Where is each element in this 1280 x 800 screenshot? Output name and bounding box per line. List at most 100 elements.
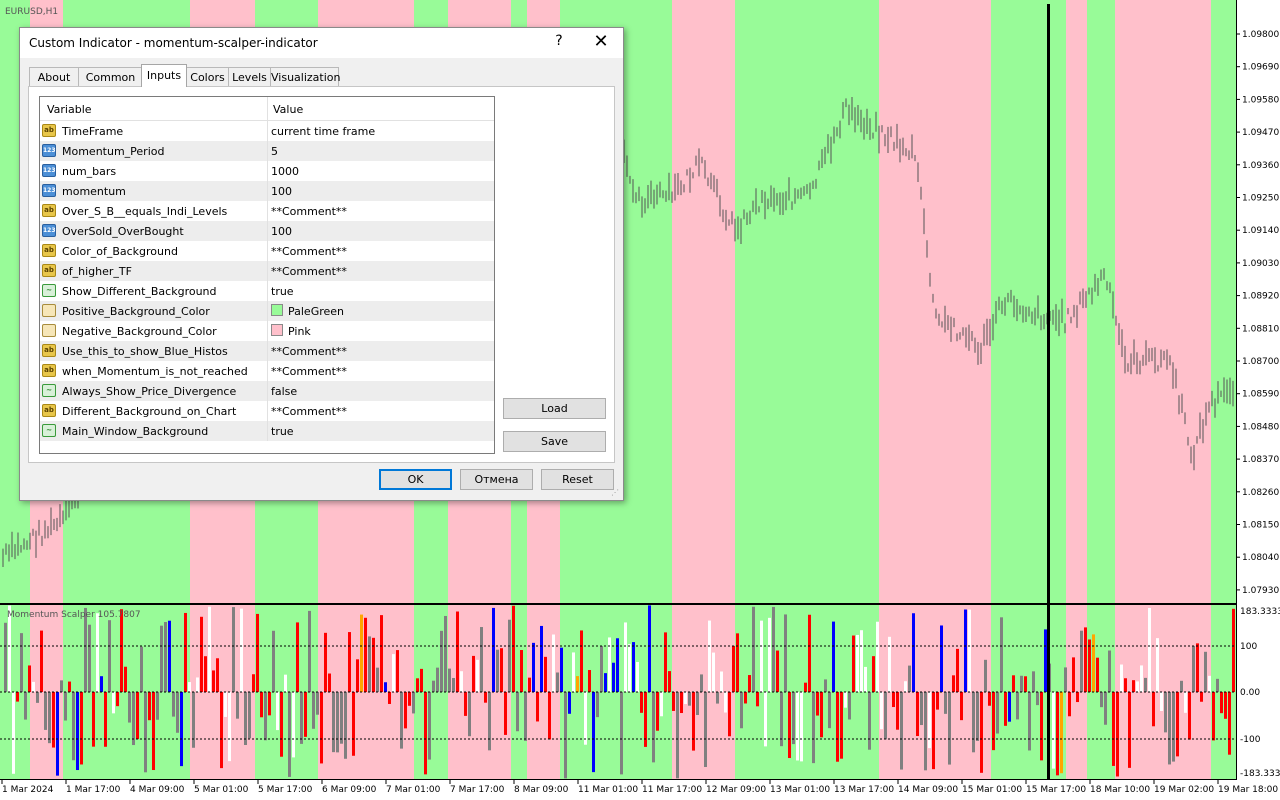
- param-value[interactable]: **Comment**: [271, 205, 347, 218]
- histogram-bar: [848, 692, 851, 720]
- param-row[interactable]: ab Use_this_to_show_Blue_Histos **Comment*…: [40, 341, 494, 361]
- color-swatch[interactable]: [271, 324, 283, 336]
- param-value[interactable]: 1000: [271, 165, 299, 178]
- param-value[interactable]: **Comment**: [271, 345, 347, 358]
- param-row[interactable]: Positive_Background_Color PaleGreen: [40, 301, 494, 321]
- column-value[interactable]: Value: [273, 103, 303, 116]
- param-name: OverSold_OverBought: [62, 225, 184, 238]
- param-value[interactable]: true: [271, 425, 294, 438]
- param-row[interactable]: 123 momentum 100: [40, 181, 494, 201]
- resize-grip-icon[interactable]: ⋰: [611, 488, 621, 498]
- tab-colors[interactable]: Colors: [186, 67, 229, 86]
- histogram-bar: [284, 674, 287, 692]
- column-variable[interactable]: Variable: [47, 103, 92, 116]
- param-value[interactable]: true: [271, 285, 294, 298]
- histogram-bar: [1028, 692, 1031, 751]
- param-name: of_higher_TF: [62, 265, 132, 278]
- string-type-icon: ab: [42, 204, 56, 217]
- param-row[interactable]: 123 num_bars 1000: [40, 161, 494, 181]
- param-row[interactable]: ab of_higher_TF **Comment**: [40, 261, 494, 281]
- histogram-bar: [768, 617, 771, 692]
- param-row[interactable]: ab when_Momentum_is_not_reached **Comment*…: [40, 361, 494, 381]
- close-icon[interactable]: ✕: [590, 31, 612, 52]
- histogram-bar: [140, 646, 143, 692]
- histogram-bar: [568, 692, 571, 714]
- histogram-bar: [352, 692, 355, 756]
- histogram-bar: [92, 692, 95, 747]
- histogram-bar: [940, 625, 943, 692]
- histogram-bar: [84, 607, 87, 692]
- histogram-bar: [208, 606, 211, 692]
- param-value[interactable]: current time frame: [271, 125, 375, 138]
- histogram-bar: [60, 680, 63, 692]
- histogram-bar: [756, 692, 759, 707]
- reset-button[interactable]: Reset: [541, 469, 614, 490]
- histogram-bar: [792, 692, 795, 745]
- param-row[interactable]: ab Different_Background_on_Chart **Comment…: [40, 401, 494, 421]
- time-tick-label: 12 Mar 09:00: [706, 785, 766, 795]
- save-button[interactable]: Save: [503, 431, 606, 452]
- price-tick-label: 1.09800: [1242, 30, 1279, 40]
- custom-indicator-dialog: Custom Indicator - momentum-scalper-indi…: [19, 27, 624, 501]
- histogram-bar: [904, 681, 907, 692]
- param-row[interactable]: 123 Momentum_Period 5: [40, 141, 494, 161]
- param-value[interactable]: **Comment**: [271, 365, 347, 378]
- histogram-bar: [600, 646, 603, 692]
- param-value[interactable]: false: [271, 385, 297, 398]
- histogram-bar: [1212, 692, 1215, 741]
- param-value[interactable]: 100: [271, 185, 292, 198]
- param-row[interactable]: 123 OverSold_OverBought 100: [40, 221, 494, 241]
- dialog-titlebar[interactable]: Custom Indicator - momentum-scalper-indi…: [20, 28, 623, 58]
- param-name: Main_Window_Background: [62, 425, 209, 438]
- param-value[interactable]: **Comment**: [271, 405, 347, 418]
- histogram-bar: [440, 630, 443, 692]
- histogram-bar: [1192, 645, 1195, 692]
- param-row[interactable]: ab Over_S_B__equals_Indi_Levels **Comment*…: [40, 201, 494, 221]
- param-value[interactable]: Pink: [288, 325, 311, 338]
- histogram-bar: [640, 692, 643, 713]
- indicator-tick-label: -183.3333: [1240, 769, 1280, 779]
- pane-separator[interactable]: [0, 603, 1237, 605]
- param-value[interactable]: **Comment**: [271, 265, 347, 278]
- vertical-line[interactable]: [1047, 4, 1050, 780]
- help-icon[interactable]: ?: [550, 33, 568, 49]
- param-row[interactable]: ~ Main_Window_Background true: [40, 421, 494, 441]
- tab-about[interactable]: About: [29, 67, 79, 86]
- param-row[interactable]: ab TimeFrame current time frame: [40, 121, 494, 141]
- histogram-bar: [272, 630, 275, 692]
- param-value[interactable]: **Comment**: [271, 245, 347, 258]
- histogram-bar: [1120, 664, 1123, 692]
- param-value[interactable]: 5: [271, 145, 278, 158]
- histogram-bar: [632, 642, 635, 692]
- cell-divider: [267, 321, 268, 341]
- histogram-bar: [244, 692, 247, 745]
- color-swatch[interactable]: [271, 304, 283, 316]
- price-tick-label: 1.07930: [1242, 586, 1279, 596]
- tab-levels[interactable]: Levels: [228, 67, 271, 86]
- histogram-bar: [1124, 678, 1127, 692]
- param-value[interactable]: 100: [271, 225, 292, 238]
- histogram-bar: [664, 632, 667, 692]
- param-value[interactable]: PaleGreen: [288, 305, 344, 318]
- load-button[interactable]: Load: [503, 398, 606, 419]
- histogram-bar: [416, 678, 419, 692]
- histogram-bar: [972, 692, 975, 753]
- price-tick-label: 1.08480: [1242, 422, 1279, 432]
- param-row[interactable]: ~ Show_Different_Background true: [40, 281, 494, 301]
- histogram-bar: [1024, 676, 1027, 692]
- column-divider[interactable]: [267, 97, 268, 120]
- param-row[interactable]: ab Color_of_Background **Comment**: [40, 241, 494, 261]
- ok-button[interactable]: OK: [379, 469, 452, 490]
- histogram-bar: [636, 661, 639, 692]
- background-zone: [735, 0, 879, 603]
- param-row[interactable]: ~ Always_Show_Price_Divergence false: [40, 381, 494, 401]
- param-row[interactable]: Negative_Background_Color Pink: [40, 321, 494, 341]
- tab-visualization[interactable]: Visualization: [270, 67, 340, 86]
- tab-inputs[interactable]: Inputs: [141, 64, 187, 87]
- histogram-bar: [492, 607, 495, 692]
- string-type-icon: ab: [42, 244, 56, 257]
- histogram-bar: [1052, 692, 1055, 769]
- cell-divider: [267, 381, 268, 401]
- cancel-button[interactable]: Отмена: [460, 469, 533, 490]
- tab-common[interactable]: Common: [78, 67, 143, 86]
